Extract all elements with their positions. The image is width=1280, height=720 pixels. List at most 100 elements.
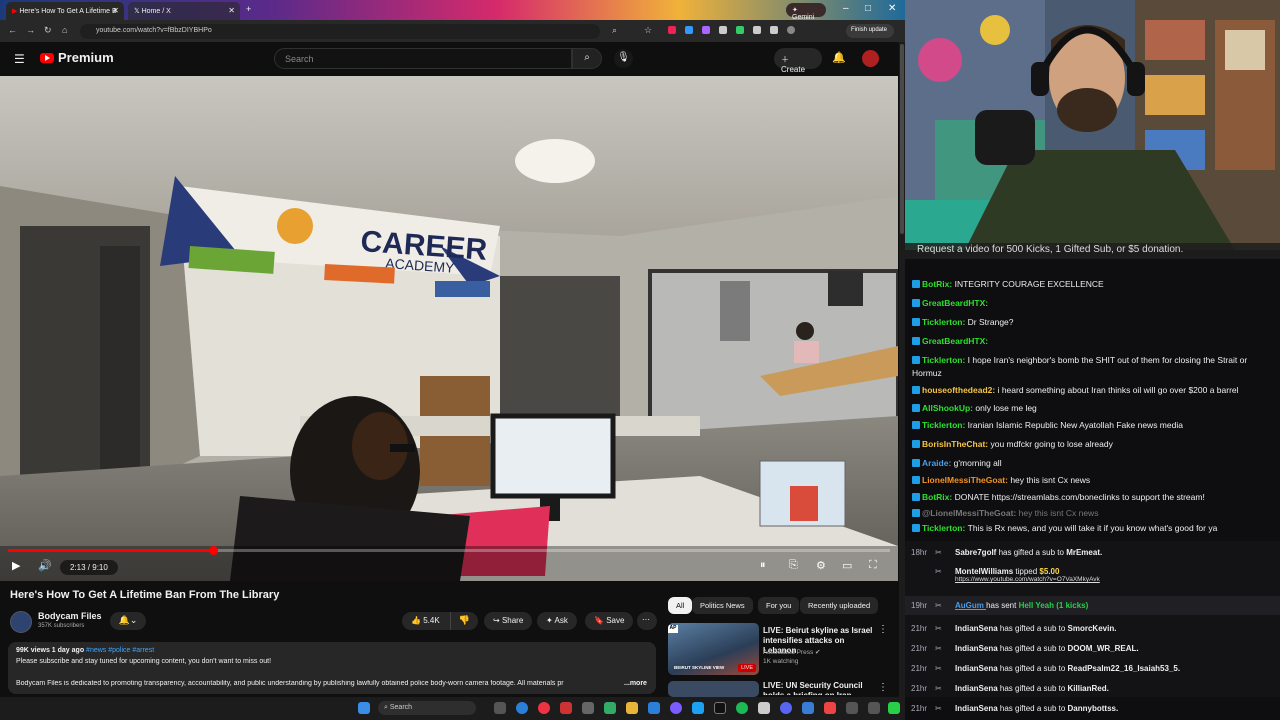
edge-icon[interactable] <box>516 702 528 714</box>
file-explorer-icon[interactable] <box>626 702 638 714</box>
more-actions-button[interactable]: ⋯ <box>637 612 657 630</box>
close-tab-icon[interactable]: ✕ <box>112 6 119 15</box>
chat-username[interactable]: BotRix: <box>922 279 955 289</box>
chip-all[interactable]: All <box>668 597 693 614</box>
extension-icon[interactable] <box>685 26 693 34</box>
new-tab-icon[interactable]: + <box>246 4 251 14</box>
chat-username[interactable]: Ticklerton: <box>922 355 968 365</box>
volume-icon[interactable]: 🔊 <box>38 559 52 572</box>
ask-button[interactable]: ✦ Ask <box>537 612 577 630</box>
channel-avatar[interactable] <box>10 611 32 633</box>
maximize-icon[interactable]: □ <box>865 3 871 14</box>
app-icon[interactable] <box>824 702 836 714</box>
recommendation-thumbnail[interactable] <box>668 681 759 697</box>
back-icon[interactable]: ← <box>8 25 17 35</box>
more-options-icon[interactable]: ⋮ <box>878 682 888 693</box>
chat-username[interactable]: Araide: <box>922 458 954 468</box>
zoom-icon[interactable]: ⌕ <box>612 25 617 36</box>
chip-for-you[interactable]: For you <box>758 597 800 614</box>
app-icon[interactable] <box>560 702 572 714</box>
chat-username[interactable]: houseofthedead2: <box>922 385 998 395</box>
task-view-icon[interactable] <box>494 702 506 714</box>
user-avatar[interactable] <box>862 50 879 67</box>
recommendation-thumbnail[interactable]: AP BEIRUT SKYLINE VIEW LIVE <box>668 623 759 675</box>
event-username[interactable]: IndianSena <box>955 684 1000 693</box>
extension-icon[interactable] <box>719 26 727 34</box>
chat-username[interactable]: GreatBeardHTX: <box>922 336 988 346</box>
extension-icon[interactable] <box>770 26 778 34</box>
event-username[interactable]: Sabre7golf <box>955 548 999 557</box>
search-input[interactable]: Search <box>274 48 572 69</box>
chat-username[interactable]: Ticklerton: <box>922 523 968 533</box>
close-window-icon[interactable]: ✕ <box>888 3 896 14</box>
event-username[interactable]: IndianSena <box>955 664 1000 673</box>
video-player[interactable]: CAREER ACADEMY <box>0 76 898 581</box>
event-username[interactable]: MontelWilliams <box>955 567 1015 576</box>
extension-icon[interactable] <box>736 26 744 34</box>
app-icon[interactable] <box>846 702 858 714</box>
chrome-icon[interactable] <box>538 702 550 714</box>
app-icon[interactable] <box>604 702 616 714</box>
chat-username[interactable]: GreatBeardHTX: <box>922 298 988 308</box>
autoplay-toggle[interactable]: ⏸ <box>760 559 766 572</box>
chat-username[interactable]: @LionelMessiTheGoat: <box>922 508 1019 518</box>
chat-username[interactable]: Ticklerton: <box>922 317 968 327</box>
extension-icon[interactable] <box>753 26 761 34</box>
app-icon[interactable] <box>692 702 704 714</box>
app-icon[interactable] <box>648 702 660 714</box>
save-button[interactable]: 🔖 Save <box>585 612 634 630</box>
more-options-icon[interactable]: ⋮ <box>878 624 888 635</box>
app-icon[interactable] <box>758 702 770 714</box>
show-more-link[interactable]: ...more <box>624 680 647 687</box>
chat-username[interactable]: Ticklerton: <box>922 420 968 430</box>
create-button[interactable]: ＋ Create <box>774 48 822 74</box>
app-icon[interactable] <box>582 702 594 714</box>
chat-username[interactable]: BorisInTheChat: <box>922 439 990 449</box>
event-username[interactable]: IndianSena <box>955 704 1000 713</box>
close-tab-icon[interactable]: ✕ <box>228 6 235 15</box>
hamburger-menu-icon[interactable]: ☰ <box>14 52 25 66</box>
app-icon[interactable] <box>670 702 682 714</box>
chip-politics-news[interactable]: Politics News <box>692 597 753 614</box>
forward-icon[interactable]: → <box>26 25 35 35</box>
home-icon[interactable]: ⌂ <box>62 25 67 35</box>
x-app-icon[interactable] <box>714 702 726 714</box>
reload-icon[interactable]: ↻ <box>44 25 52 36</box>
event-username[interactable]: IndianSena <box>955 644 1000 653</box>
tab-active[interactable]: ▶ Here's How To Get A Lifetime B ✕ <box>6 2 124 20</box>
profile-icon[interactable] <box>787 26 795 34</box>
minimize-icon[interactable]: – <box>843 3 849 14</box>
finish-update-button[interactable]: Finish update <box>846 24 894 38</box>
chat-username[interactable]: LionelMessiTheGoat: <box>922 475 1010 485</box>
spotify-icon[interactable] <box>736 702 748 714</box>
recommendation-title[interactable]: LIVE: UN Security Council holds a briefi… <box>763 681 875 695</box>
chat-username[interactable]: AllShookUp: <box>922 403 975 413</box>
extension-icon[interactable] <box>702 26 710 34</box>
event-username[interactable]: AuGum <box>955 601 986 610</box>
scrollbar-thumb[interactable] <box>900 44 904 234</box>
chat-username[interactable]: BotRix: <box>922 492 955 502</box>
channel-name[interactable]: Bodycam Files <box>38 611 102 621</box>
start-icon[interactable] <box>358 702 370 714</box>
url-field[interactable]: youtube.com/watch?v=fBbzDIYBHPo <box>80 24 600 39</box>
subscribed-bell-button[interactable]: 🔔⌄ <box>110 612 146 630</box>
discord-icon[interactable] <box>780 702 792 714</box>
captions-icon[interactable]: ⎘ <box>789 559 798 572</box>
event-username[interactable]: IndianSena <box>955 624 1000 633</box>
notifications-bell-icon[interactable]: 🔔 <box>832 51 846 64</box>
recommendation-channel[interactable]: Associated Press ✔ <box>763 648 820 656</box>
kick-icon[interactable] <box>888 702 900 714</box>
voice-search-button[interactable]: 🎙 <box>614 49 633 68</box>
share-button[interactable]: ↪ Share <box>484 612 533 630</box>
play-icon[interactable]: ▶ <box>12 559 20 572</box>
hashtags[interactable]: #news #police #arrest <box>86 647 154 654</box>
settings-gear-icon[interactable]: ⚙ <box>816 559 826 572</box>
theater-mode-icon[interactable]: ▭ <box>842 559 852 572</box>
fullscreen-icon[interactable]: ⛶ <box>869 559 877 572</box>
extension-icon[interactable] <box>668 26 676 34</box>
tab-x[interactable]: 𝕏 Home / X ✕ <box>128 2 240 20</box>
gemini-button[interactable]: ✦ Gemini <box>786 3 826 21</box>
taskbar-search[interactable]: ⌕ Search <box>378 701 476 715</box>
youtube-logo[interactable]: Premium <box>40 50 114 65</box>
app-icon[interactable] <box>868 702 880 714</box>
